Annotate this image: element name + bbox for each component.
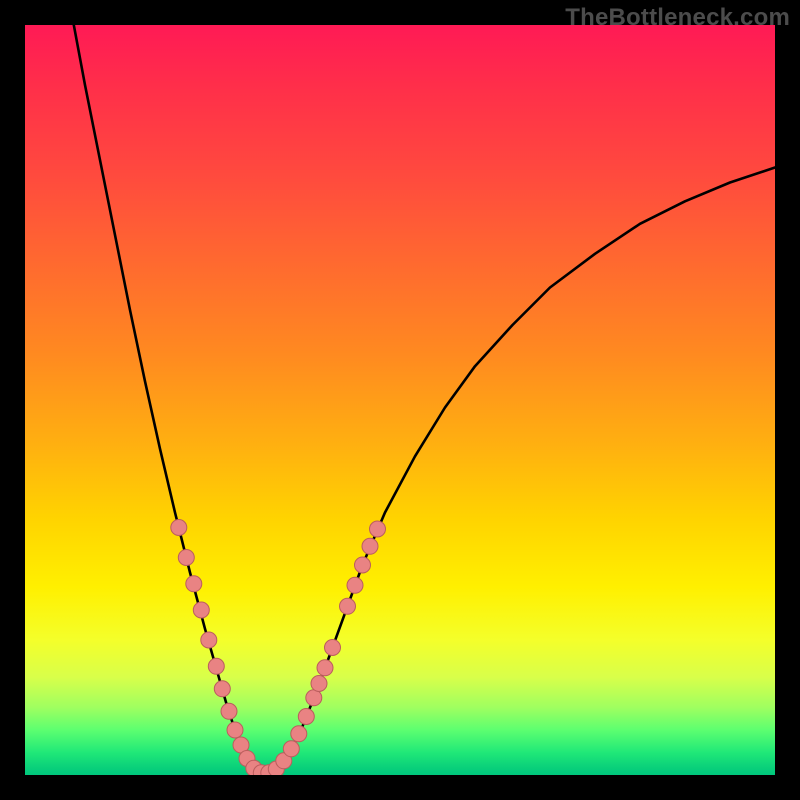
plot-area <box>25 25 775 775</box>
sample-dot <box>227 722 243 738</box>
sample-dot <box>214 681 230 697</box>
sample-dot <box>347 577 363 593</box>
sample-dot <box>201 632 217 648</box>
sample-dot <box>208 658 224 674</box>
sample-dot <box>325 640 341 656</box>
curve-svg <box>25 25 775 775</box>
sample-dot <box>283 741 299 757</box>
sample-dot <box>171 520 187 536</box>
sample-dot <box>186 576 202 592</box>
sample-dot <box>221 703 237 719</box>
bottleneck-curve <box>74 25 775 775</box>
chart-stage: TheBottleneck.com <box>0 0 800 800</box>
sample-dot <box>355 557 371 573</box>
sample-dot <box>370 521 386 537</box>
sample-dot <box>291 726 307 742</box>
sample-dot <box>317 660 333 676</box>
sample-dot <box>178 550 194 566</box>
sample-dot <box>311 676 327 692</box>
sample-dot <box>306 690 322 706</box>
sample-dot <box>362 538 378 554</box>
sample-dot <box>298 709 314 725</box>
sample-dot <box>193 602 209 618</box>
sample-dot <box>340 598 356 614</box>
sample-dots <box>171 520 386 776</box>
